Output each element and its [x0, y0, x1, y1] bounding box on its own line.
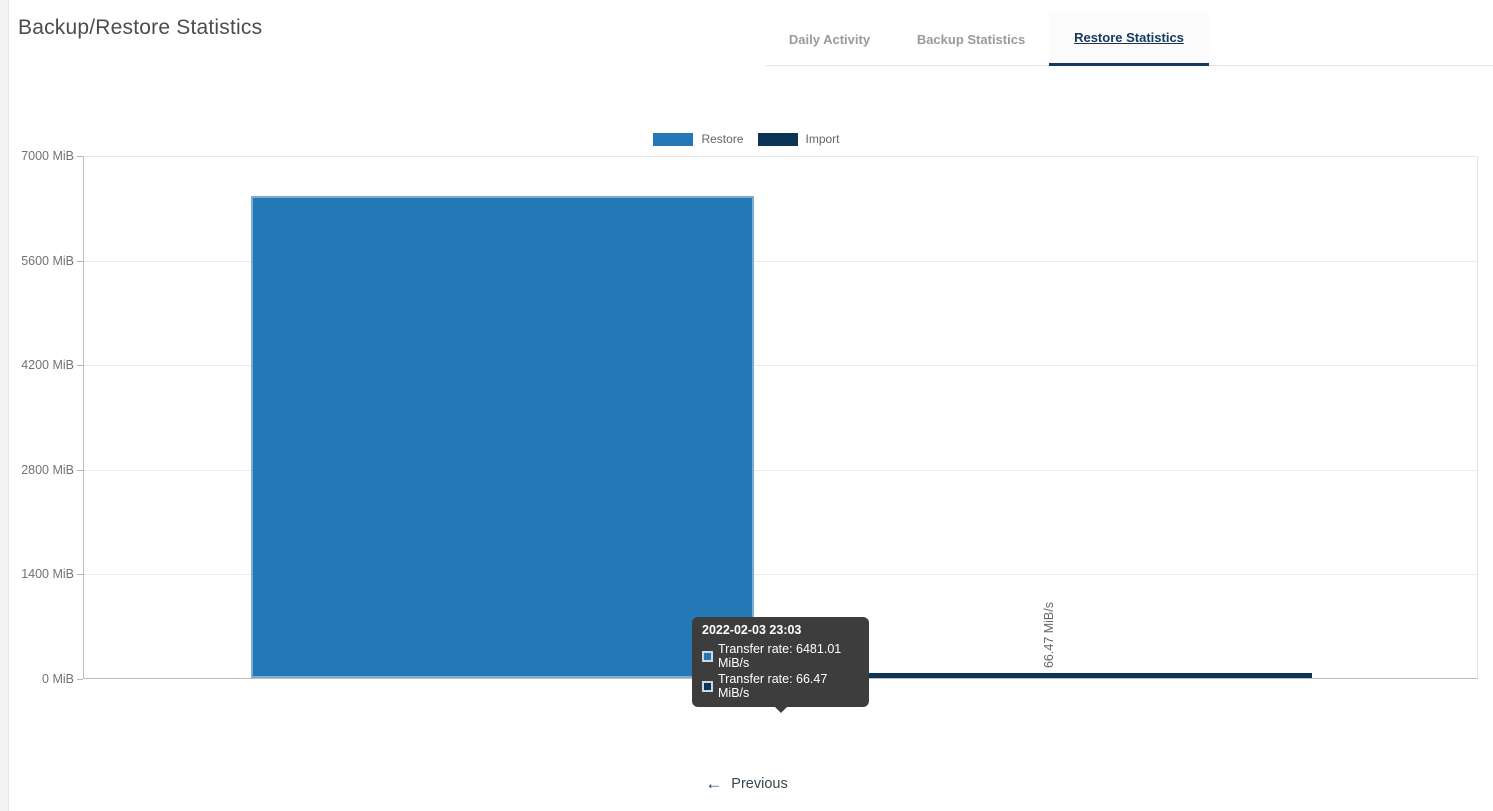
tooltip-row-import: Transfer rate: 66.47 MiB/s: [702, 672, 859, 700]
pager: ← Previous: [0, 775, 1493, 792]
tab-restore-statistics[interactable]: Restore Statistics: [1049, 12, 1209, 66]
page-title: Backup/Restore Statistics: [18, 16, 262, 40]
restore-bar[interactable]: [251, 196, 754, 678]
y-tick-label: 5600 MiB: [4, 254, 74, 268]
left-arrow-icon: ←: [705, 775, 722, 792]
restore-swatch: [653, 133, 693, 146]
tab-backup-statistics[interactable]: Backup Statistics: [893, 12, 1049, 66]
tooltip-import-text: Transfer rate: 66.47 MiB/s: [718, 672, 859, 700]
legend-label-restore: Restore: [701, 132, 743, 146]
import-swatch: [758, 133, 798, 146]
tooltip-import-swatch: [702, 681, 713, 692]
chart-plot-area: 66.47 MiB/s: [83, 156, 1478, 679]
y-tick-label: 2800 MiB: [4, 463, 74, 477]
y-tick-label: 4200 MiB: [4, 358, 74, 372]
tooltip-restore-text: Transfer rate: 6481.01 MiB/s: [718, 642, 859, 670]
import-bar-value-label: 66.47 MiB/s: [1042, 602, 1056, 668]
tooltip-title: 2022-02-03 23:03: [702, 623, 859, 637]
previous-button[interactable]: ← Previous: [705, 775, 787, 792]
tab-daily-activity[interactable]: Daily Activity: [766, 12, 893, 66]
y-tick-mark: [77, 679, 83, 680]
legend-item-restore[interactable]: Restore: [653, 132, 743, 146]
chart-legend: Restore Import: [0, 132, 1493, 146]
legend-label-import: Import: [806, 132, 840, 146]
previous-label: Previous: [731, 776, 787, 792]
y-axis: 7000 MiB 5600 MiB 4200 MiB 2800 MiB 1400…: [0, 156, 83, 679]
y-tick-label: 0 MiB: [4, 672, 74, 686]
legend-item-import[interactable]: Import: [758, 132, 840, 146]
tooltip-restore-swatch: [702, 651, 713, 662]
tab-bar: Daily Activity Backup Statistics Restore…: [766, 12, 1493, 66]
chart-tooltip: 2022-02-03 23:03 Transfer rate: 6481.01 …: [692, 617, 869, 707]
y-tick-label: 7000 MiB: [4, 149, 74, 163]
tooltip-caret: [774, 706, 788, 713]
y-tick-label: 1400 MiB: [4, 567, 74, 581]
tooltip-row-restore: Transfer rate: 6481.01 MiB/s: [702, 642, 859, 670]
